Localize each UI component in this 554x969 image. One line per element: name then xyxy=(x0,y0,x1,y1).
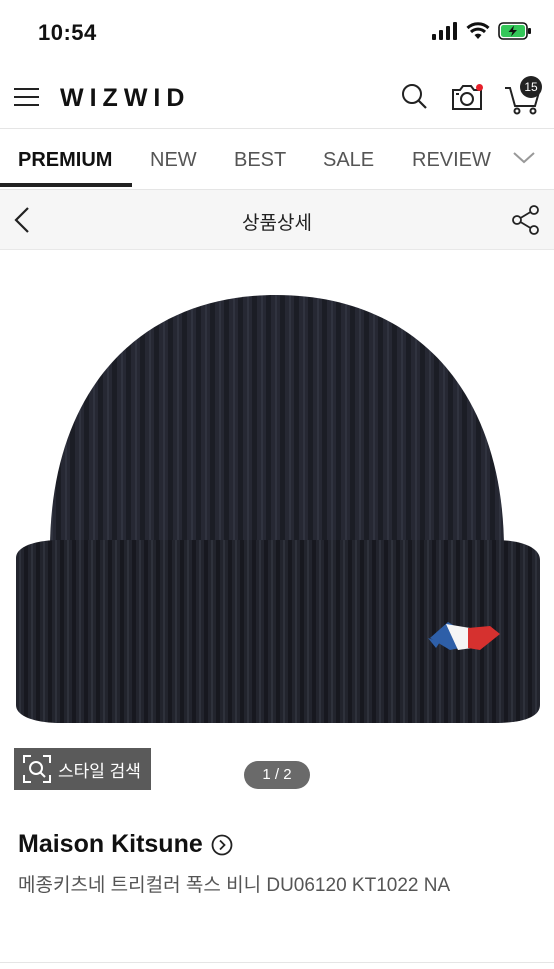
camera-search-button[interactable] xyxy=(450,81,484,113)
battery-charging-icon xyxy=(498,22,531,40)
status-bar: 10:54 xyxy=(0,0,554,68)
image-pager: 1 / 2 xyxy=(244,761,310,789)
tab-sale[interactable]: SALE xyxy=(323,149,374,172)
notification-dot xyxy=(476,84,483,91)
brand-link[interactable]: Maison Kitsune xyxy=(18,830,233,859)
share-button[interactable] xyxy=(510,204,542,236)
style-search-button[interactable]: 스타일 검색 xyxy=(14,748,151,790)
tab-best[interactable]: BEST xyxy=(234,149,286,172)
hamburger-icon xyxy=(14,88,39,106)
wizwid-logo[interactable]: WIZWID xyxy=(60,78,190,118)
chevron-down-icon xyxy=(513,152,535,164)
detail-subheader: 상품상세 xyxy=(0,190,554,250)
tab-review[interactable]: REVIEW xyxy=(412,149,491,172)
cart-count-badge: 15 xyxy=(520,76,542,98)
wifi-icon xyxy=(466,22,490,39)
status-time: 10:54 xyxy=(38,20,97,45)
tabs-expand-button[interactable] xyxy=(494,129,554,189)
tab-premium[interactable]: PREMIUM xyxy=(18,149,112,172)
category-tabs: PREMIUM NEW BEST SALE REVIEW xyxy=(0,128,554,190)
cart-button[interactable]: 15 xyxy=(503,76,543,116)
product-name: 메종키츠네 트리컬러 폭스 비니 DU06120 KT1022 NA xyxy=(18,875,451,896)
search-icon xyxy=(402,84,427,109)
style-search-label: 스타일 검색 xyxy=(58,761,141,781)
scan-icon xyxy=(23,755,51,783)
product-image[interactable] xyxy=(0,250,554,810)
search-button[interactable] xyxy=(400,82,430,112)
menu-button[interactable] xyxy=(14,84,40,110)
page-title: 상품상세 xyxy=(242,213,312,234)
tab-new[interactable]: NEW xyxy=(150,149,197,172)
status-icons xyxy=(432,22,532,40)
share-icon xyxy=(512,205,539,235)
app-header: WIZWID 15 xyxy=(0,68,554,128)
active-tab-indicator xyxy=(0,183,132,187)
chevron-right-circle-icon xyxy=(211,834,233,855)
beanie-image xyxy=(16,295,540,723)
signal-icon xyxy=(432,22,457,40)
brand-name: Maison Kitsune xyxy=(18,830,203,858)
divider xyxy=(0,962,554,963)
